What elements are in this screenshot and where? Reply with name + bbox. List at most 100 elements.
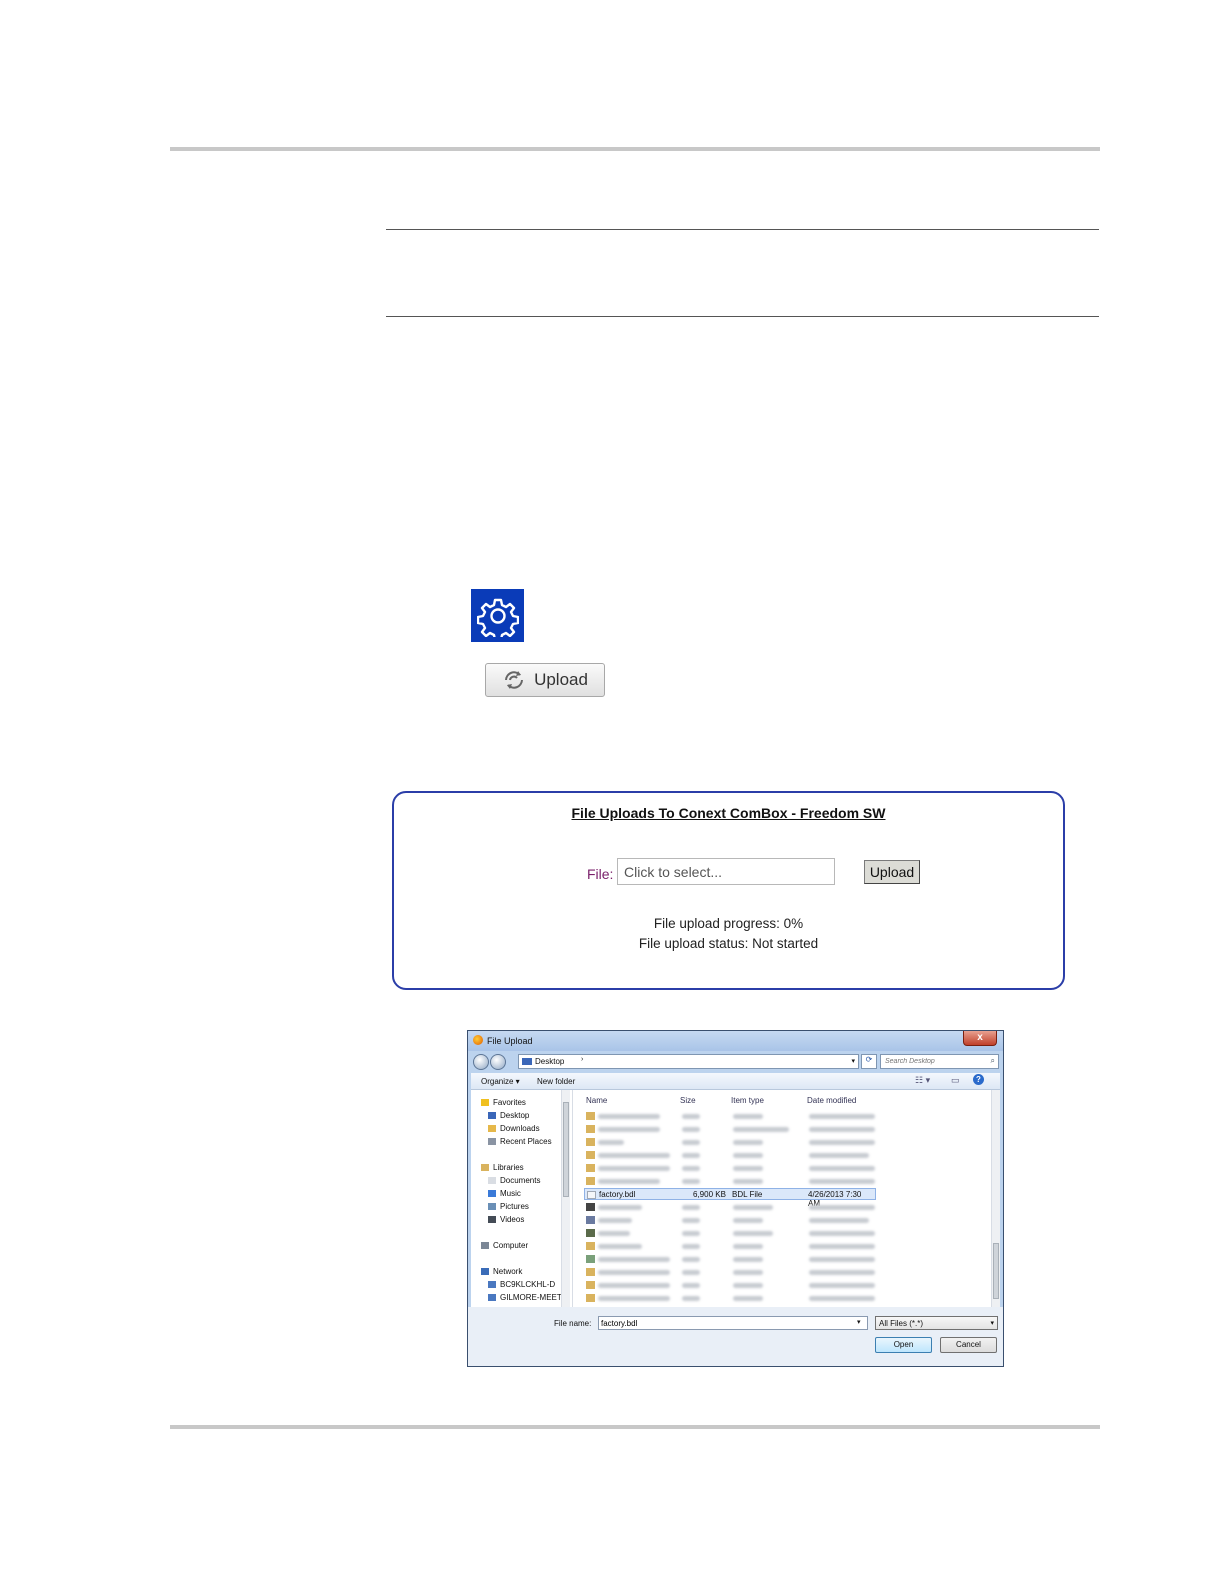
refresh-icon[interactable]: ⟳ <box>861 1054 877 1069</box>
panel-upload-button[interactable]: Upload <box>864 860 920 884</box>
app-icon <box>586 1229 595 1237</box>
list-item[interactable] <box>584 1162 884 1174</box>
folder-icon <box>586 1242 595 1250</box>
nav-videos[interactable]: Videos <box>488 1215 524 1227</box>
sync-icon <box>505 671 524 689</box>
dialog-content: Favorites Desktop Downloads Recent Place… <box>471 1090 1000 1307</box>
nav-favorites[interactable]: Favorites <box>481 1098 526 1110</box>
star-icon <box>481 1099 489 1106</box>
nav-scrollbar-thumb[interactable] <box>563 1102 569 1197</box>
help-icon[interactable]: ? <box>973 1074 984 1085</box>
list-item[interactable] <box>584 1123 884 1135</box>
list-item[interactable] <box>584 1292 884 1304</box>
section-divider-top <box>386 229 1099 230</box>
nav-recent-places[interactable]: Recent Places <box>488 1137 552 1149</box>
videos-icon <box>488 1216 496 1223</box>
list-item[interactable] <box>584 1266 884 1278</box>
file-select-input[interactable] <box>617 858 835 885</box>
network-pc-icon <box>488 1281 496 1288</box>
folder-icon <box>586 1281 595 1289</box>
folder-icon <box>586 1164 595 1172</box>
upload-button[interactable]: Upload <box>485 663 605 697</box>
close-button[interactable]: x <box>963 1031 997 1046</box>
cancel-button[interactable]: Cancel <box>940 1337 997 1353</box>
folder-icon <box>586 1125 595 1133</box>
list-item[interactable] <box>584 1253 884 1265</box>
column-type[interactable]: Item type <box>731 1096 764 1105</box>
file-list-scrollbar-thumb[interactable] <box>993 1243 999 1299</box>
address-dropdown-icon[interactable]: ▾ <box>851 1057 855 1065</box>
open-button[interactable]: Open <box>875 1337 932 1353</box>
page-top-rule <box>170 147 1100 151</box>
nav-desktop[interactable]: Desktop <box>488 1111 529 1123</box>
downloads-icon <box>488 1125 496 1132</box>
list-item[interactable] <box>584 1240 884 1252</box>
file-label: File: <box>587 866 614 882</box>
address-chevron-icon: › <box>581 1056 584 1063</box>
upload-status-text: File upload status: Not started <box>638 936 819 951</box>
selected-file-name: factory.bdl <box>599 1190 636 1199</box>
search-icon: ⌕ <box>990 1056 995 1065</box>
upload-progress-text: File upload progress: 0% <box>653 916 804 931</box>
search-input[interactable] <box>885 1056 985 1067</box>
address-row: Desktop › ▾ ⟳ ⌕ <box>468 1051 1003 1073</box>
organize-button[interactable]: Organize ▾ <box>481 1077 520 1086</box>
settings-tile[interactable] <box>471 589 524 642</box>
selected-file-type: BDL File <box>732 1190 763 1199</box>
nav-music[interactable]: Music <box>488 1189 521 1201</box>
nav-network[interactable]: Network <box>481 1267 522 1279</box>
folder-icon <box>586 1294 595 1302</box>
search-box[interactable]: ⌕ <box>880 1054 999 1069</box>
documents-icon <box>488 1177 496 1184</box>
panel-title: File Uploads To Conext ComBox - Freedom … <box>571 805 886 821</box>
list-item[interactable] <box>584 1201 884 1213</box>
nav-computer[interactable]: Computer <box>481 1241 528 1253</box>
libraries-icon <box>481 1164 489 1171</box>
nav-network-pc-1[interactable]: BC9KLCKHL-D <box>488 1280 555 1292</box>
back-button[interactable] <box>473 1054 489 1070</box>
list-item[interactable] <box>584 1110 884 1122</box>
network-pc-icon <box>488 1294 496 1301</box>
folder-icon <box>586 1138 595 1146</box>
nav-downloads[interactable]: Downloads <box>488 1124 540 1136</box>
dialog-toolbar: Organize ▾ New folder ☷ ▾ ▭ ? <box>471 1073 1000 1090</box>
column-size[interactable]: Size <box>680 1096 696 1105</box>
preview-pane-icon[interactable]: ▭ <box>951 1075 960 1086</box>
dialog-title-bar: File Upload x <box>468 1031 1003 1051</box>
file-icon <box>587 1191 596 1199</box>
file-name-input[interactable] <box>598 1316 868 1330</box>
nav-libraries[interactable]: Libraries <box>481 1163 524 1175</box>
desktop-icon <box>522 1058 532 1065</box>
list-item[interactable] <box>584 1227 884 1239</box>
file-list: Name Size Item type Date modified factor… <box>582 1090 990 1307</box>
file-upload-panel: File Uploads To Conext ComBox - Freedom … <box>392 791 1065 990</box>
file-list-scrollbar[interactable] <box>991 1090 1000 1307</box>
column-date[interactable]: Date modified <box>807 1096 856 1105</box>
file-upload-dialog: File Upload x Desktop › ▾ ⟳ ⌕ Organize ▾… <box>467 1030 1004 1367</box>
network-icon <box>481 1268 489 1275</box>
address-text: Desktop <box>535 1057 565 1066</box>
folder-icon <box>586 1151 595 1159</box>
nav-network-pc-2[interactable]: GILMORE-MEET4 <box>488 1293 566 1305</box>
list-item[interactable] <box>584 1149 884 1161</box>
view-options-icon[interactable]: ☷ ▾ <box>915 1075 930 1086</box>
list-item[interactable] <box>584 1214 884 1226</box>
address-bar[interactable]: Desktop › ▾ <box>518 1054 859 1069</box>
nav-pictures[interactable]: Pictures <box>488 1202 529 1214</box>
file-name-label: File name: <box>554 1319 592 1328</box>
nav-documents[interactable]: Documents <box>488 1176 540 1188</box>
section-divider-bottom <box>386 316 1099 317</box>
list-item[interactable] <box>584 1175 884 1187</box>
upload-button-label: Upload <box>534 670 588 689</box>
file-type-select[interactable]: All Files (*.*) ▾ <box>875 1316 998 1330</box>
list-item[interactable] <box>584 1136 884 1148</box>
list-item[interactable] <box>584 1279 884 1291</box>
new-folder-button[interactable]: New folder <box>537 1077 575 1086</box>
column-name[interactable]: Name <box>586 1096 607 1105</box>
forward-button[interactable] <box>490 1054 506 1070</box>
nav-scrollbar[interactable] <box>561 1090 570 1307</box>
file-name-dropdown-icon[interactable]: ▾ <box>857 1318 861 1326</box>
selected-file-row[interactable]: factory.bdl 6,900 KB BDL File 4/26/2013 … <box>584 1188 876 1208</box>
file-type-value: All Files (*.*) <box>879 1319 924 1328</box>
dialog-bottom-area: File name: ▾ All Files (*.*) ▾ Open Canc… <box>468 1307 1003 1366</box>
